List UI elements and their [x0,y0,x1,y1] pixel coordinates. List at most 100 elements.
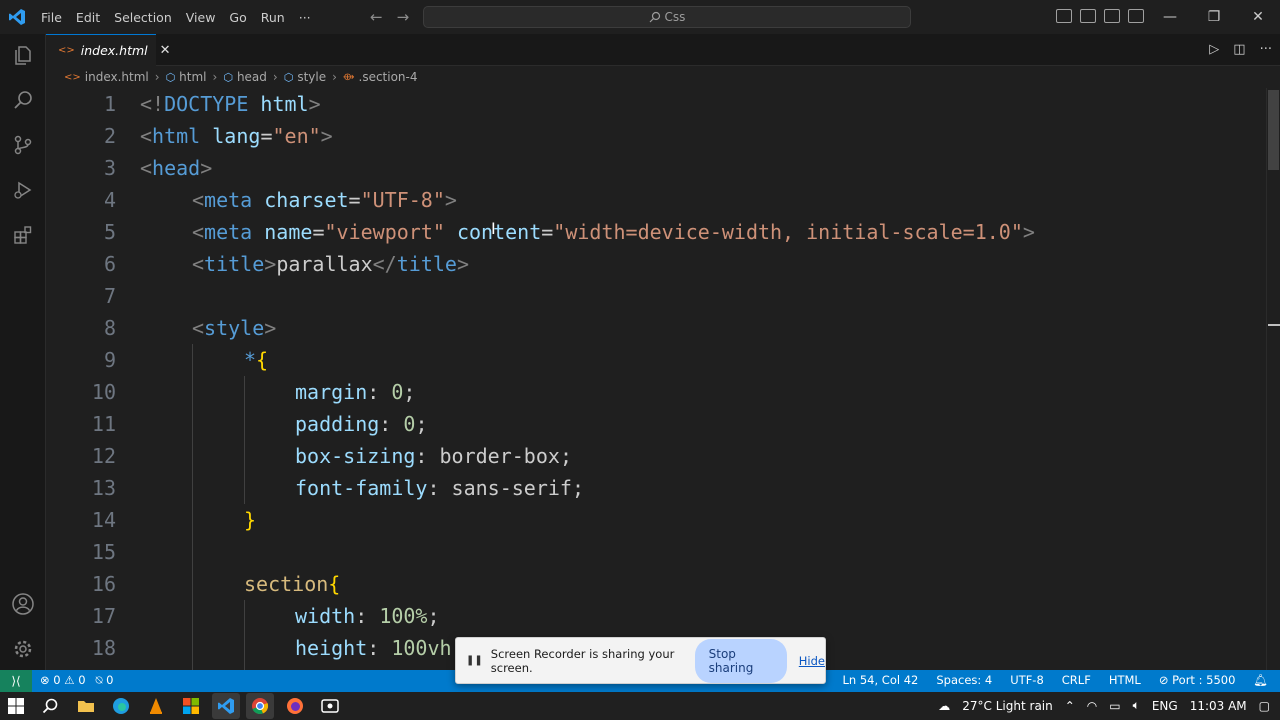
weather-cloud-icon[interactable]: ☁ [938,699,950,713]
account-icon[interactable] [10,591,36,617]
breadcrumb-selector[interactable]: .section-4 [359,70,418,84]
menu-file[interactable]: File [34,10,69,25]
windows-taskbar: ☁ 27°C Light rain ⌃ ◠ ▭ 🔈︎ ENG 11:03 AM … [0,692,1280,720]
html-file-icon: <> [58,45,75,56]
vertical-scrollbar[interactable] [1266,88,1280,670]
wifi-icon[interactable]: ◠ [1087,699,1097,713]
vscode-taskbar-icon[interactable] [216,696,236,716]
run-debug-icon[interactable] [10,177,36,203]
cursor-position[interactable]: Ln 54, Col 42 [843,673,919,687]
language-mode[interactable]: HTML [1109,673,1141,687]
tok: : [355,604,380,628]
code-line-4: <meta charset="UTF-8"> [192,184,457,216]
run-icon[interactable]: ▷ [1209,42,1219,57]
problems-indicator[interactable]: ⊗ 0 ⚠ 0 [40,673,86,688]
restore-icon[interactable]: ❐ [1192,0,1236,34]
tok: ; [571,476,585,500]
chrome-icon[interactable] [250,696,270,716]
menu-more[interactable]: ··· [292,10,318,25]
weather-text[interactable]: 27°C Light rain [962,699,1052,713]
indentation[interactable]: Spaces: 4 [936,673,992,687]
breadcrumb-html[interactable]: html [179,70,206,84]
extensions-icon[interactable] [10,222,36,248]
line-number: 13 [91,476,116,500]
notification-center-icon[interactable]: ▢ [1259,699,1270,713]
menu-go[interactable]: Go [222,10,253,25]
toggle-sidebar-icon[interactable] [1056,9,1072,23]
port-label: Port : 5500 [1172,673,1236,687]
line-number: 6 [103,252,116,276]
tok: : [367,380,392,404]
line-number: 9 [103,348,116,372]
taskbar-search-icon[interactable] [40,696,60,716]
code-editor[interactable]: 1 2 3 4 5 6 7 8 9 10 11 12 13 14 15 16 1… [46,88,1280,670]
toggle-secondary-sidebar-icon[interactable] [1104,9,1120,23]
battery-icon[interactable]: ▭ [1109,699,1120,713]
tok: : [415,444,440,468]
hide-link[interactable]: Hide [799,654,825,668]
breadcrumb-style[interactable]: style [297,70,326,84]
window-controls: — ❐ ✕ [1148,0,1280,34]
file-explorer-icon[interactable] [76,696,96,716]
menu-selection[interactable]: Selection [107,10,179,25]
tok: = [541,220,554,244]
toggle-panel-icon[interactable] [1080,9,1096,23]
back-arrow-icon[interactable]: ← [370,8,383,26]
windows-start-icon[interactable] [6,696,26,716]
close-tab-icon[interactable]: ✕ [160,43,171,58]
breadcrumb-file[interactable]: index.html [85,70,149,84]
tok: html [248,92,309,116]
edge-browser-icon[interactable] [111,696,131,716]
command-center-search[interactable]: Css [423,6,911,28]
close-icon[interactable]: ✕ [1236,0,1280,34]
search-text: Css [664,10,686,24]
tok: style [204,316,265,340]
breadcrumb-head[interactable]: head [237,70,267,84]
chevron-right-icon: › [272,70,278,84]
screen-recorder-app-icon[interactable] [320,696,340,716]
tok: meta [204,220,253,244]
split-editor-icon[interactable]: ◫ [1233,42,1245,57]
source-control-icon[interactable] [10,132,36,158]
code-line-2: <html lang="en"> [140,120,333,152]
tab-index-html[interactable]: <> index.html ✕ [46,34,171,66]
tray-overflow-chevron-icon[interactable]: ⌃ [1065,699,1075,713]
element-icon: ⬡ [223,70,233,84]
line-number: 1 [103,92,116,116]
clock[interactable]: 11:03 AM [1190,699,1247,713]
code-line-10: margin: 0; [295,376,415,408]
vlc-icon[interactable] [146,696,166,716]
tok: > [308,92,321,116]
customize-layout-icon[interactable] [1128,9,1144,23]
end-of-line[interactable]: CRLF [1062,673,1091,687]
code-line-3: <head> [140,152,212,184]
screen-recorder-popup: ❚❚ Screen Recorder is sharing your scree… [455,637,826,684]
live-server-port[interactable]: ⊘ Port : 5500 [1159,673,1236,687]
notifications-bell-icon[interactable]: 🔔︎ [1253,673,1268,687]
ports-indicator[interactable]: ⍉ 0 [96,673,114,688]
menu-edit[interactable]: Edit [69,10,107,25]
scrollbar-thumb[interactable] [1268,90,1279,170]
input-language[interactable]: ENG [1152,699,1178,713]
more-actions-icon[interactable]: ··· [1260,42,1272,57]
explorer-icon[interactable] [10,42,36,68]
firefox-icon[interactable] [285,696,305,716]
title-bar: File Edit Selection View Go Run ··· ← → … [0,0,1280,34]
menu-view[interactable]: View [179,10,223,25]
pause-icon[interactable]: ❚❚ [466,655,483,666]
minimize-icon[interactable]: — [1148,0,1192,34]
tok: = [348,188,361,212]
stop-sharing-button[interactable]: Stop sharing [694,638,787,683]
tok: > [1022,220,1035,244]
line-number: 2 [103,124,116,148]
forward-arrow-icon[interactable]: → [397,8,410,26]
tok: charset [252,188,349,212]
tok: box-sizing [295,444,416,468]
menu-run[interactable]: Run [254,10,292,25]
search-icon[interactable] [10,87,36,113]
encoding[interactable]: UTF-8 [1010,673,1044,687]
microsoft-store-icon[interactable] [181,696,201,716]
settings-gear-icon[interactable] [10,636,36,662]
remote-indicator-icon[interactable]: ⟩⟨ [0,670,32,692]
volume-icon[interactable]: 🔈︎ [1133,698,1140,713]
